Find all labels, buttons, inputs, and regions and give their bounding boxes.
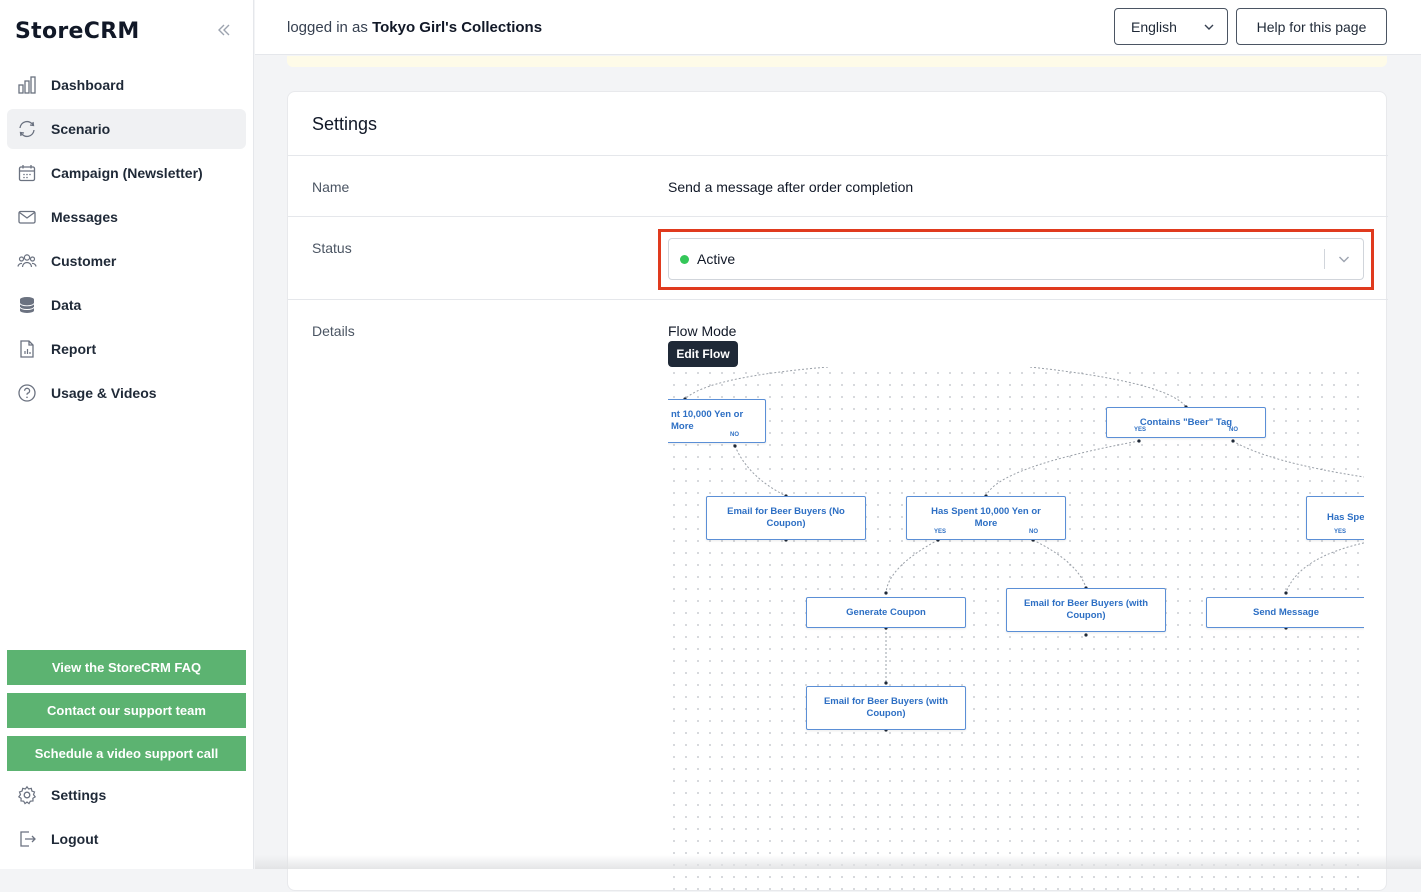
notice-banner — [287, 56, 1387, 67]
faq-button[interactable]: View the StoreCRM FAQ — [7, 650, 246, 685]
node-label: Email for Beer Buyers (No Coupon) — [727, 506, 845, 529]
store-name: Tokyo Girl's Collections — [372, 19, 543, 36]
logged-in-prefix: logged in as — [287, 19, 368, 36]
status-value: Active — [697, 251, 736, 267]
flow-node-send-message[interactable]: Send Message — [1206, 597, 1364, 628]
edit-flow-button[interactable]: Edit Flow — [668, 341, 738, 367]
logout-label: Logout — [51, 831, 99, 847]
yes-label: YES — [1334, 529, 1347, 535]
question-circle-icon — [17, 383, 37, 403]
divider — [288, 155, 1388, 156]
refresh-cycle-icon — [17, 119, 37, 139]
contact-support-button[interactable]: Contact our support team — [7, 693, 246, 728]
sidebar-item-logout[interactable]: Logout — [17, 829, 98, 849]
flow-node-has-spent-right[interactable]: Has Spe YES — [1306, 496, 1364, 540]
language-value: English — [1131, 18, 1177, 35]
sidebar-item-dashboard[interactable]: Dashboard — [7, 65, 246, 105]
node-label: Contains "Beer" Tag — [1139, 416, 1233, 428]
sidebar-item-label: Data — [51, 297, 82, 313]
help-button[interactable]: Help for this page — [1236, 8, 1387, 45]
select-separator — [1324, 249, 1325, 269]
flow-canvas[interactable]: nt 10,000 Yen or More NO Contains "Beer"… — [668, 367, 1364, 892]
schedule-video-call-button[interactable]: Schedule a video support call — [7, 736, 246, 771]
status-select[interactable]: Active — [668, 238, 1364, 280]
logout-icon — [17, 829, 37, 849]
no-label: NO — [1029, 529, 1038, 535]
sidebar: StoreCRM Dashboard Scenario Campaign (Ne… — [0, 0, 254, 869]
no-label: NO — [1229, 427, 1238, 433]
sidebar-item-label: Usage & Videos — [51, 385, 157, 401]
users-icon — [17, 251, 37, 271]
language-select[interactable]: English — [1114, 8, 1228, 45]
flow-node-email-with-coupon-bottom[interactable]: Email for Beer Buyers (with Coupon) — [806, 686, 966, 730]
sidebar-item-label: Messages — [51, 209, 118, 225]
sidebar-item-label: Report — [51, 341, 97, 357]
settings-card: Settings Name Send a message after order… — [287, 91, 1388, 892]
top-header: logged in as Tokyo Girl's Collections En… — [255, 0, 1421, 55]
sidebar-item-messages[interactable]: Messages — [7, 197, 246, 237]
sidebar-item-report[interactable]: Report — [7, 329, 246, 369]
flow-node-has-spent[interactable]: Has Spent 10,000 Yen or More YES NO — [906, 496, 1066, 540]
sidebar-item-label: Scenario — [51, 121, 111, 137]
details-label: Details — [312, 323, 355, 339]
no-label: NO — [730, 432, 739, 438]
chevron-down-icon[interactable] — [1337, 252, 1351, 269]
divider — [288, 216, 1388, 217]
sidebar-nav: Dashboard Scenario Campaign (Newsletter)… — [7, 65, 246, 417]
node-label: Has Spe — [1327, 512, 1364, 523]
status-dot-icon — [680, 255, 689, 264]
sidebar-item-scenario[interactable]: Scenario — [7, 109, 246, 149]
collapse-sidebar-icon[interactable] — [214, 22, 234, 42]
settings-title: Settings — [312, 114, 378, 134]
scroll-fade — [255, 855, 1421, 869]
node-label: Email for Beer Buyers (with Coupon) — [1023, 598, 1149, 621]
sidebar-item-label: Dashboard — [51, 77, 125, 93]
database-icon — [17, 295, 37, 315]
gear-icon — [17, 785, 37, 805]
sidebar-item-campaign[interactable]: Campaign (Newsletter) — [7, 153, 246, 193]
chevron-down-icon — [1203, 20, 1215, 36]
sidebar-item-usage-videos[interactable]: Usage & Videos — [7, 373, 246, 413]
node-label: Email for Beer Buyers (with Coupon) — [823, 696, 949, 719]
flow-node-email-no-coupon[interactable]: Email for Beer Buyers (No Coupon) — [706, 496, 866, 540]
divider — [288, 299, 1388, 300]
flow-mode-label: Flow Mode — [668, 323, 737, 339]
yes-label: YES — [1134, 427, 1147, 433]
node-label: Generate Coupon — [846, 606, 926, 618]
calendar-icon — [17, 163, 37, 183]
envelope-icon — [17, 207, 37, 227]
flow-node-generate-coupon[interactable]: Generate Coupon — [806, 597, 966, 628]
document-chart-icon — [17, 339, 37, 359]
settings-label: Settings — [51, 787, 107, 803]
bar-chart-icon — [17, 75, 37, 95]
sidebar-item-settings[interactable]: Settings — [17, 785, 106, 805]
sidebar-item-label: Campaign (Newsletter) — [51, 165, 203, 181]
flow-node-email-with-coupon[interactable]: Email for Beer Buyers (with Coupon) — [1006, 588, 1166, 632]
flow-node-spent-condition[interactable]: nt 10,000 Yen or More NO — [668, 399, 766, 443]
sidebar-item-customer[interactable]: Customer — [7, 241, 246, 281]
app-logo[interactable]: StoreCRM — [15, 19, 140, 44]
status-label: Status — [312, 240, 352, 256]
yes-label: YES — [934, 529, 947, 535]
flow-node-contains-beer-tag[interactable]: Contains "Beer" Tag YES NO — [1106, 407, 1266, 438]
name-label: Name — [312, 179, 350, 195]
logged-in-text: logged in as Tokyo Girl's Collections — [287, 19, 542, 36]
node-label: Send Message — [1253, 606, 1319, 618]
node-label: nt 10,000 Yen or More — [671, 409, 744, 432]
name-value: Send a message after order completion — [668, 179, 914, 195]
sidebar-item-label: Customer — [51, 253, 117, 269]
sidebar-item-data[interactable]: Data — [7, 285, 246, 325]
